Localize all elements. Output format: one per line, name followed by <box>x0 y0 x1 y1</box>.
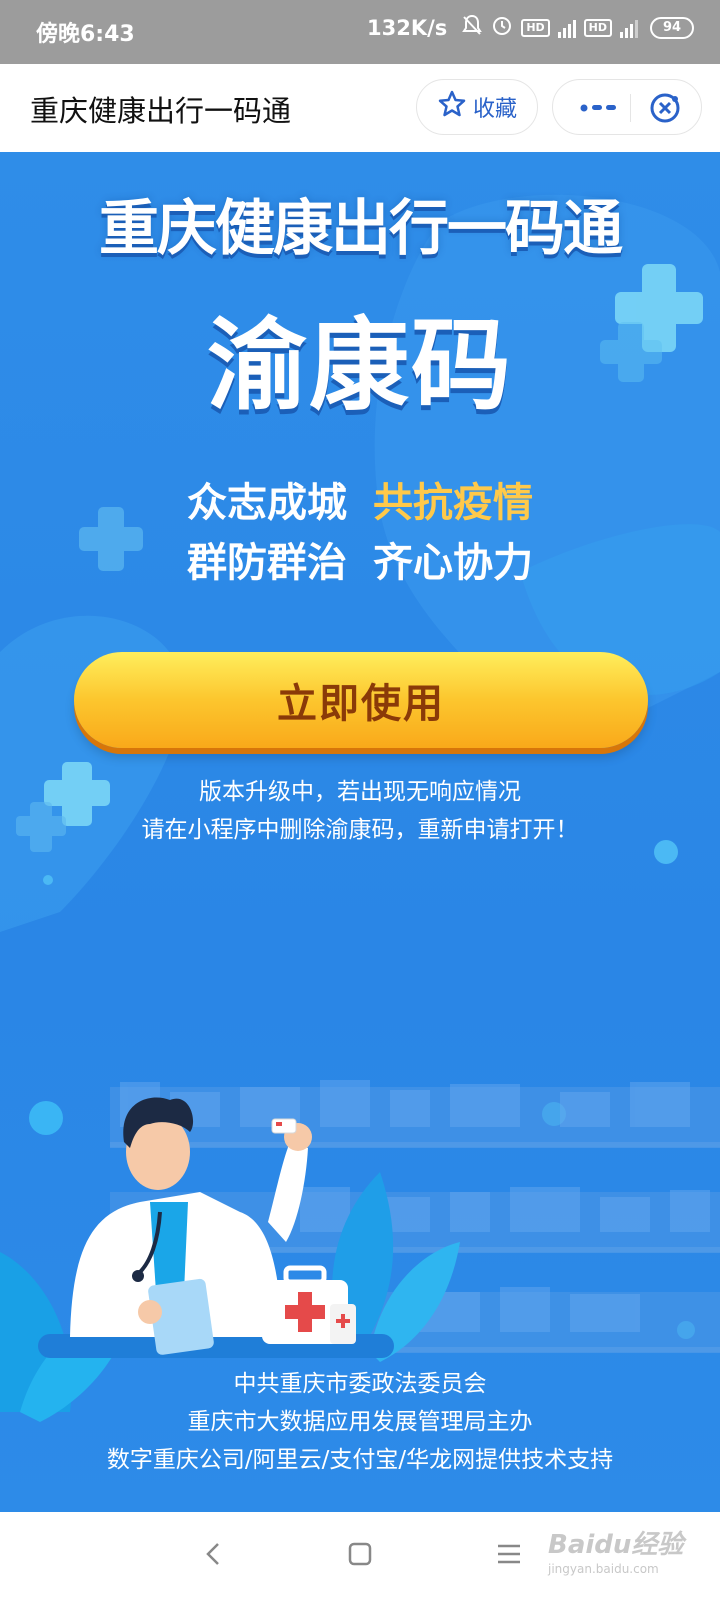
back-icon <box>206 1543 219 1565</box>
back-button[interactable] <box>196 1534 232 1578</box>
collect-button[interactable]: 收藏 <box>416 79 538 135</box>
mute-bell-icon <box>461 14 483 41</box>
recents-button[interactable] <box>492 1534 528 1578</box>
home-icon <box>348 1542 372 1566</box>
close-button[interactable] <box>648 91 682 129</box>
main-content: 重庆健康出行一码通 渝康码 众志成城 共抗疫情 群防群治 齐心协力 立即使用 版本升… <box>0 152 720 1512</box>
use-now-button[interactable]: 立即使用 <box>74 652 648 748</box>
status-time: 傍晚6:43 <box>36 22 135 47</box>
slogan-1a: 众志成城 <box>187 479 347 526</box>
status-icons: 132K/s HD HD 94 <box>367 14 694 41</box>
upgrade-notice-line-2: 请在小程序中删除渝康码，重新申请打开！ <box>141 817 579 843</box>
slogan-2a: 群防群治 <box>187 539 347 586</box>
signal-icon <box>557 18 576 38</box>
capsule-menu <box>552 79 702 135</box>
baidu-watermark: Baidu经验 <box>548 1530 684 1560</box>
app-header: 重庆健康出行一码通 收藏 <box>0 64 720 152</box>
sponsor-line-2: 重庆市大数据应用发展管理局主办 <box>187 1409 533 1435</box>
baidu-watermark-url: jingyan.baidu.com <box>548 1562 659 1576</box>
star-icon <box>437 89 467 125</box>
collect-label: 收藏 <box>472 97 517 122</box>
hd-badge-2: HD <box>583 18 612 37</box>
hero-title: 重庆健康出行一码通 <box>99 194 623 264</box>
slogan-line-1: 众志成城 共抗疫情 <box>0 470 720 528</box>
sponsor-line-1: 中共重庆市委政法委员会 <box>233 1371 487 1397</box>
hd-badge: HD <box>521 18 550 37</box>
signal-icon-2 <box>620 18 638 38</box>
more-icon <box>580 104 616 112</box>
hero-subtitle: 渝康码 <box>207 307 513 424</box>
slogan-2b: 齐心协力 <box>373 539 533 586</box>
close-icon <box>650 93 680 123</box>
capsule-divider <box>630 94 631 122</box>
slogan-line-2: 群防群治 齐心协力 <box>0 530 720 588</box>
menu-icon <box>498 1544 520 1564</box>
upgrade-notice-line-1: 版本升级中，若出现无响应情况 <box>199 779 521 805</box>
tech-support-line: 数字重庆公司/阿里云/支付宝/华龙网提供技术支持 <box>106 1447 614 1473</box>
more-button[interactable] <box>573 94 623 122</box>
slogan-1b: 共抗疫情 <box>373 479 533 526</box>
home-button[interactable] <box>342 1534 378 1578</box>
network-speed: 132K/s <box>367 15 448 40</box>
system-navigation-bar: Baidu经验 jingyan.baidu.com <box>0 1512 720 1600</box>
status-bar: 傍晚6:43 132K/s HD HD 94 <box>0 0 720 64</box>
alarm-icon <box>491 14 513 41</box>
battery-indicator: 94 <box>650 16 694 39</box>
page-title: 重庆健康出行一码通 <box>30 94 292 128</box>
